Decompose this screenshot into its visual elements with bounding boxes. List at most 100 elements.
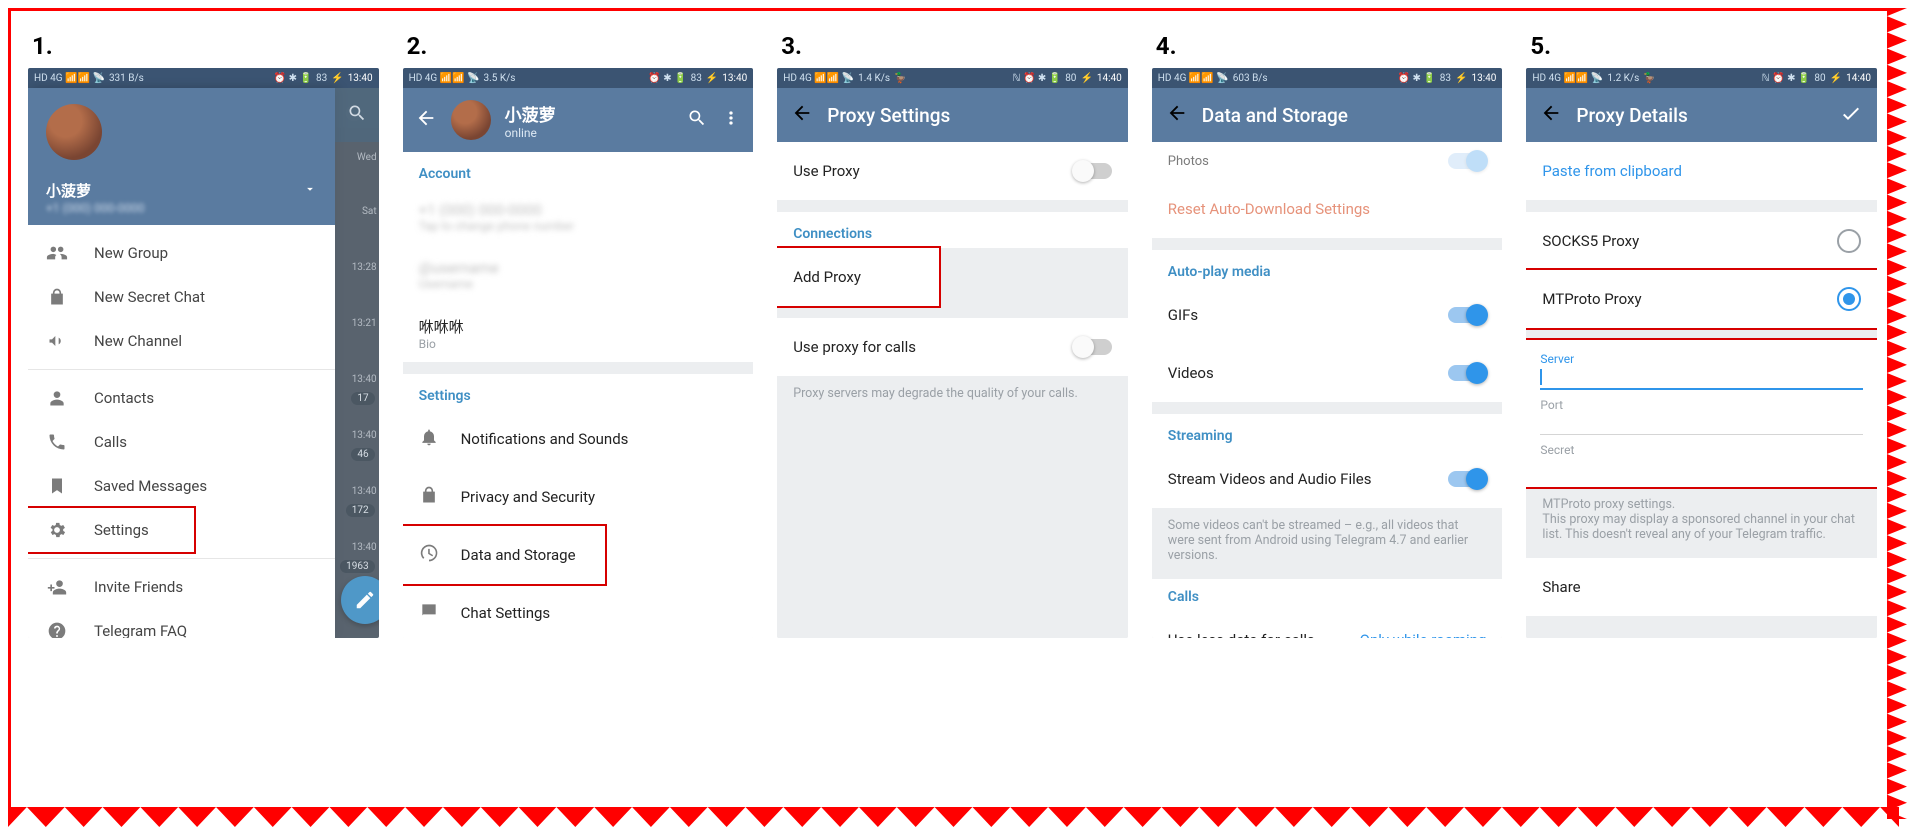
status-left: HD 4G 📶📶 📡 xyxy=(1158,73,1229,84)
account-phone-row[interactable]: +1 (000) 000-0000 Tap to change phone nu… xyxy=(403,188,754,246)
videos-switch[interactable] xyxy=(1448,365,1486,381)
gifs-row[interactable]: GIFs xyxy=(1152,286,1503,344)
step-number: 4. xyxy=(1156,32,1499,60)
account-bio-row[interactable]: 咻咻咻 Bio xyxy=(403,304,754,362)
row-label: SOCKS5 Proxy xyxy=(1542,232,1815,250)
menu-faq[interactable]: Telegram FAQ xyxy=(28,609,335,638)
port-input[interactable] xyxy=(1540,412,1863,435)
duck-icon: 🦆 xyxy=(1643,73,1655,84)
videos-row[interactable]: Videos xyxy=(1152,344,1503,402)
socks5-radio[interactable] xyxy=(1837,229,1861,253)
row-label: GIFs xyxy=(1168,306,1427,324)
status-icons: ℕ ⏰ ✱ 🔋 xyxy=(1762,73,1811,84)
menu-settings[interactable]: Settings xyxy=(28,508,194,552)
data-icon xyxy=(419,543,439,567)
check-icon[interactable] xyxy=(1839,101,1863,129)
status-time: 13:40 xyxy=(348,73,373,84)
expand-icon[interactable] xyxy=(303,182,317,200)
status-bar: HD 4G 📶📶 📡 1.4 K/s 🦆 ℕ ⏰ ✱ 🔋80⚡ 14:40 xyxy=(777,68,1128,88)
back-icon[interactable] xyxy=(415,107,437,133)
menu-label: Invite Friends xyxy=(94,578,183,596)
mtproto-row[interactable]: MTProto Proxy xyxy=(1526,270,1877,328)
server-input-row[interactable]: Server xyxy=(1526,346,1877,392)
chat-icon xyxy=(419,601,439,625)
mtproto-radio[interactable] xyxy=(1837,287,1861,311)
appbar-title: Proxy Settings xyxy=(827,104,1114,127)
account-username-row[interactable]: @username Username xyxy=(403,246,754,304)
menu-calls[interactable]: Calls xyxy=(28,420,335,464)
settings-label: Data and Storage xyxy=(461,546,589,564)
back-icon[interactable] xyxy=(791,102,813,128)
back-icon[interactable] xyxy=(1166,102,1188,128)
battery-pct: 83 xyxy=(1440,73,1451,84)
port-input-row[interactable]: Port xyxy=(1526,392,1877,437)
drawer-header: 小菠萝 +1 (000) 000-0000 xyxy=(28,88,335,225)
add-person-icon xyxy=(46,577,68,597)
profile-appbar: 小菠萝 online xyxy=(403,88,754,152)
phone-3: HD 4G 📶📶 📡 1.4 K/s 🦆 ℕ ⏰ ✱ 🔋80⚡ 14:40 Pr… xyxy=(777,68,1128,638)
status-icons: ℕ ⏰ ✱ 🔋 xyxy=(1012,73,1061,84)
bio-value: 咻咻咻 xyxy=(419,316,464,337)
add-proxy-row[interactable]: Add Proxy xyxy=(777,248,939,306)
unread-badge: 172 xyxy=(346,504,375,517)
stream-hint: Some videos can't be streamed – e.g., al… xyxy=(1152,508,1503,579)
use-proxy-calls-row[interactable]: Use proxy for calls xyxy=(777,318,1128,376)
stream-switch[interactable] xyxy=(1448,471,1486,487)
row-label: Videos xyxy=(1168,364,1427,382)
compose-fab[interactable] xyxy=(341,576,379,624)
menu-invite[interactable]: Invite Friends xyxy=(28,565,335,609)
phone-4: HD 4G 📶📶 📡 603 B/s ⏰ ✱ 🔋83⚡ 13:40 Data a… xyxy=(1152,68,1503,638)
search-icon[interactable] xyxy=(687,108,707,132)
section-settings-header: Settings xyxy=(403,374,754,410)
status-left: HD 4G 📶📶 📡 xyxy=(783,73,854,84)
battery-pct: 80 xyxy=(1814,73,1825,84)
more-icon[interactable] xyxy=(721,108,741,132)
reset-autodownload-row[interactable]: Reset Auto-Download Settings xyxy=(1152,180,1503,238)
info-line2: This proxy may display a sponsored chann… xyxy=(1542,512,1855,542)
avatar[interactable] xyxy=(46,104,102,160)
bell-icon xyxy=(419,427,439,451)
unread-badge: 17 xyxy=(351,392,374,405)
settings-chat[interactable]: Chat Settings xyxy=(403,584,754,638)
secret-input-row[interactable]: Secret xyxy=(1526,437,1877,481)
socks5-row[interactable]: SOCKS5 Proxy xyxy=(1526,212,1877,270)
status-lightning: ⚡ xyxy=(1830,73,1842,84)
settings-privacy[interactable]: Privacy and Security xyxy=(403,468,754,526)
stream-row[interactable]: Stream Videos and Audio Files xyxy=(1152,450,1503,508)
less-data-row[interactable]: Use less data for calls Only while roami… xyxy=(1152,611,1503,638)
menu-new-channel[interactable]: New Channel xyxy=(28,319,335,363)
autoplay-header: Auto-play media xyxy=(1152,250,1503,286)
secret-input[interactable] xyxy=(1540,457,1863,479)
row-label: Add Proxy xyxy=(793,268,923,286)
group-icon xyxy=(46,242,68,264)
step-number: 2. xyxy=(407,32,750,60)
menu-new-group[interactable]: New Group xyxy=(28,231,335,275)
paste-clipboard-row[interactable]: Paste from clipboard xyxy=(1526,142,1877,200)
section-account-header: Account xyxy=(403,152,754,188)
menu-contacts[interactable]: Contacts xyxy=(28,376,335,420)
menu-saved[interactable]: Saved Messages xyxy=(28,464,335,508)
settings-label: Notifications and Sounds xyxy=(461,430,738,448)
menu-new-secret[interactable]: New Secret Chat xyxy=(28,275,335,319)
settings-label: Privacy and Security xyxy=(461,488,738,506)
unread-badge: 46 xyxy=(351,448,374,461)
search-icon[interactable] xyxy=(347,103,367,127)
gifs-switch[interactable] xyxy=(1448,307,1486,323)
photos-row[interactable]: Photos xyxy=(1152,142,1503,180)
photos-switch[interactable] xyxy=(1448,153,1486,169)
settings-notifications[interactable]: Notifications and Sounds xyxy=(403,410,754,468)
use-proxy-calls-switch[interactable] xyxy=(1074,339,1112,355)
row-label: Stream Videos and Audio Files xyxy=(1168,470,1427,488)
appbar: Proxy Details xyxy=(1526,88,1877,142)
back-icon[interactable] xyxy=(1540,102,1562,128)
lock-icon xyxy=(46,287,68,307)
avatar[interactable] xyxy=(451,100,491,140)
use-proxy-switch[interactable] xyxy=(1074,163,1112,179)
profile-name: 小菠萝 xyxy=(505,101,674,126)
menu-label: New Secret Chat xyxy=(94,288,205,306)
row-label: Reset Auto-Download Settings xyxy=(1168,200,1487,218)
share-row[interactable]: Share xyxy=(1526,558,1877,616)
use-proxy-row[interactable]: Use Proxy xyxy=(777,142,1128,200)
server-input[interactable] xyxy=(1540,366,1863,390)
settings-data-storage[interactable]: Data and Storage xyxy=(403,526,605,584)
